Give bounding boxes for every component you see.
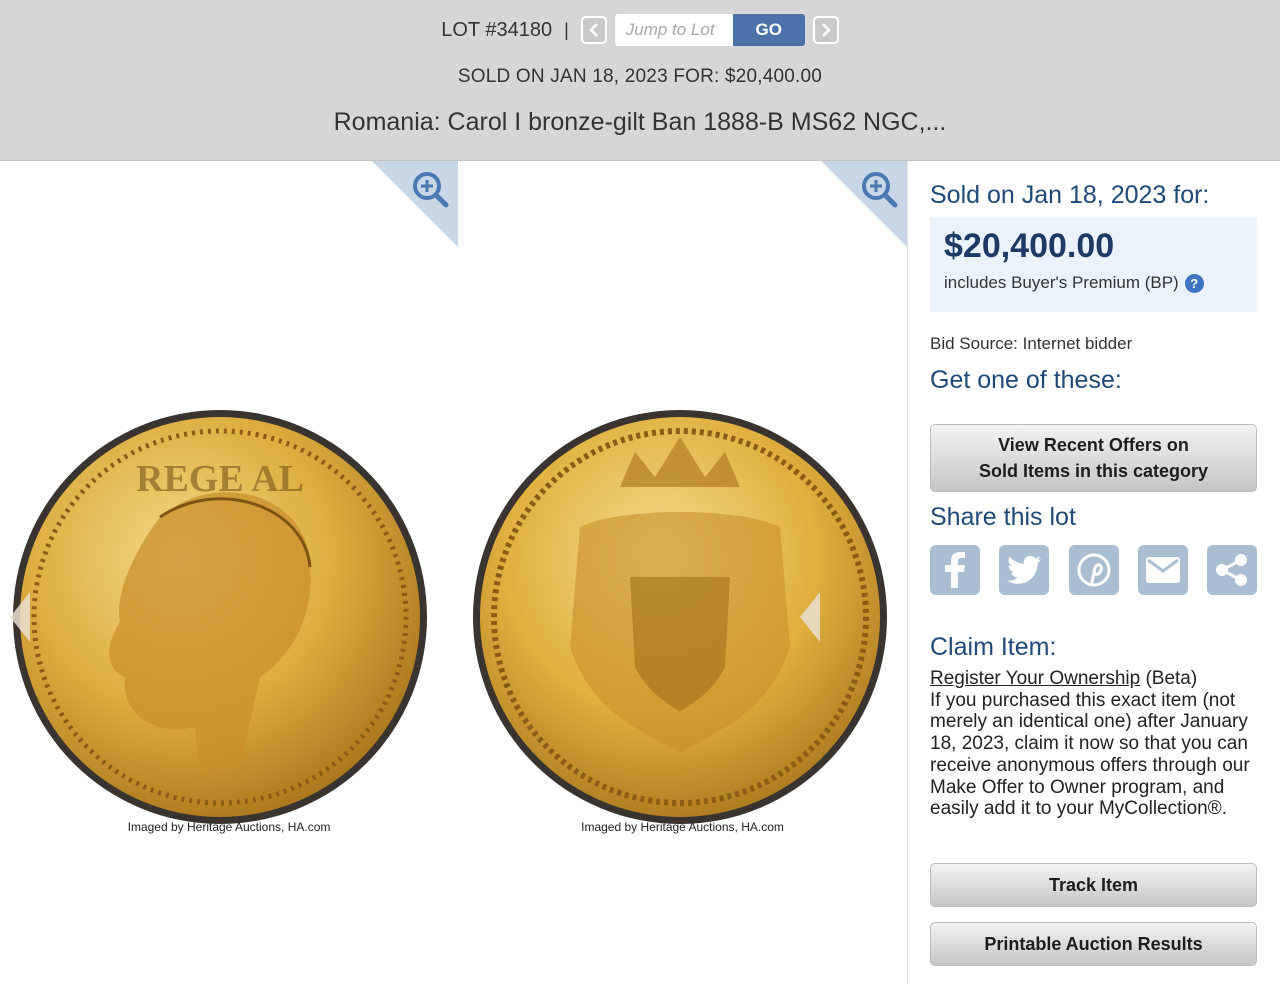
obverse-image-panel: REGE AL Imaged by Heritage Auctions, HA.… [0, 161, 458, 851]
svg-text:REGE AL: REGE AL [136, 458, 304, 500]
pinterest-icon[interactable] [1068, 545, 1119, 595]
register-suffix: (Beta) [1140, 668, 1198, 689]
reverse-image-panel: Imaged by Heritage Auctions, HA.com [458, 161, 907, 851]
zoom-in-button[interactable] [372, 161, 458, 247]
share-heading: Share this lot [930, 503, 1076, 531]
printable-results-button[interactable]: Printable Auction Results [930, 922, 1257, 966]
view-offers-line1: View Recent Offers on [998, 435, 1189, 455]
next-lot-button[interactable] [812, 16, 839, 44]
obverse-coin-image: REGE AL [10, 410, 427, 824]
bid-source: Bid Source: Internet bidder [930, 334, 1133, 353]
register-line: Register Your Ownership (Beta) [930, 668, 1260, 690]
chevron-left-icon [588, 23, 598, 37]
separator: | [564, 19, 569, 40]
lot-navigation: LOT #34180 | GO [0, 13, 1280, 47]
view-recent-offers-button[interactable]: View Recent Offers on Sold Items in this… [930, 424, 1257, 492]
image-credit: Imaged by Heritage Auctions, HA.com [581, 820, 784, 834]
claim-body: If you purchased this exact item (not me… [930, 689, 1250, 820]
chevron-right-icon [821, 23, 831, 37]
help-icon[interactable]: ? [1184, 273, 1204, 293]
buyers-premium-note: includes Buyer's Premium (BP) ? [944, 273, 1204, 293]
get-one-heading: Get one of these: [930, 366, 1122, 394]
lot-number: LOT #34180 [441, 18, 553, 41]
share-icon[interactable] [1207, 545, 1257, 595]
view-offers-line2: Sold Items in this category [978, 461, 1209, 481]
reverse-coin-image [473, 410, 887, 824]
email-icon[interactable] [1137, 545, 1188, 595]
sold-heading: Sold on Jan 18, 2023 for: [930, 181, 1210, 209]
lot-header: LOT #34180 | GO SOLD ON JAN 18, 2023 FOR… [0, 0, 1280, 161]
zoom-in-button[interactable] [821, 161, 907, 247]
sold-summary: SOLD ON JAN 18, 2023 FOR: $20,400.00 [457, 66, 823, 87]
register-ownership-link[interactable]: Register Your Ownership [930, 668, 1140, 689]
facebook-icon[interactable] [930, 545, 980, 595]
image-credit: Imaged by Heritage Auctions, HA.com [127, 820, 331, 834]
claim-heading: Claim Item: [930, 633, 1057, 661]
track-item-button[interactable]: Track Item [930, 863, 1257, 907]
share-buttons [930, 545, 1257, 595]
twitter-icon[interactable] [999, 545, 1050, 595]
bp-label: includes Buyer's Premium (BP) [944, 273, 1179, 292]
sold-price: $20,400.00 [944, 227, 1115, 265]
go-button[interactable]: GO [732, 14, 805, 46]
previous-lot-button[interactable] [580, 16, 607, 44]
price-box: $20,400.00 includes Buyer's Premium (BP)… [930, 217, 1257, 312]
lot-title: Romania: Carol I bronze-gilt Ban 1888-B … [333, 108, 947, 136]
lot-sidebar: Sold on Jan 18, 2023 for: $20,400.00 inc… [907, 161, 1280, 984]
claim-description: Register Your Ownership (Beta) If you pu… [930, 668, 1260, 820]
jump-to-lot-input[interactable] [614, 14, 733, 46]
